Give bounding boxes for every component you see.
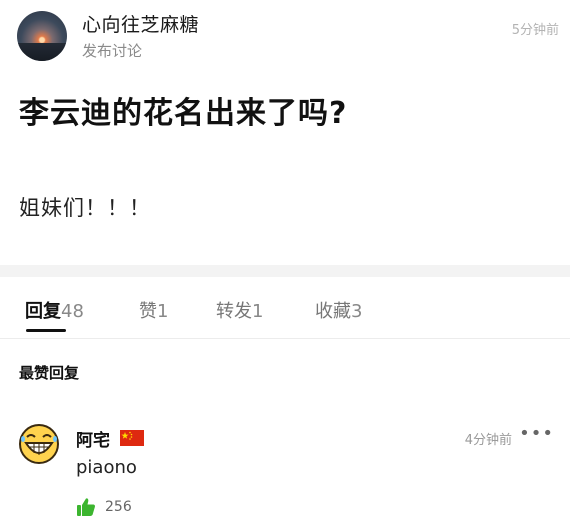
tab-favorites[interactable]: 收藏3 [315, 297, 362, 323]
comment-like-count: 256 [105, 499, 132, 515]
tab-replies[interactable]: 回复48 [25, 297, 84, 323]
comment-timestamp: 4分钟前 [464, 433, 512, 448]
post-title: 李云迪的花名出来了吗? [19, 96, 348, 131]
comment-item: 阿宅 4分钟前 ••• piaono 256 [0, 415, 570, 530]
section-divider [0, 265, 570, 277]
active-tab-indicator [26, 329, 66, 332]
tab-likes[interactable]: 赞1 [139, 297, 168, 323]
top-replies-heading: 最赞回复 [19, 364, 80, 382]
author-name[interactable]: 心向往芝麻糖 [82, 10, 199, 37]
post-timestamp: 5分钟前 [511, 23, 559, 38]
tab-bar: 回复48 赞1 转发1 收藏3 [0, 277, 570, 339]
china-flag-icon [120, 430, 144, 446]
more-options-icon[interactable]: ••• [519, 423, 554, 444]
tab-reposts[interactable]: 转发1 [216, 297, 263, 323]
comment-author-name[interactable]: 阿宅 [76, 426, 110, 451]
tab-replies-count: 48 [61, 301, 84, 322]
tab-likes-label: 赞 [139, 301, 157, 322]
post-body: 姐妹们！！！ [19, 196, 151, 220]
thumbs-up-icon[interactable] [76, 497, 96, 517]
tab-favorites-count: 3 [351, 301, 363, 322]
laughing-emoji-avatar[interactable] [18, 423, 60, 465]
tab-reposts-label: 转发 [216, 301, 252, 322]
author-avatar[interactable] [17, 11, 67, 61]
comment-text: piaono [76, 457, 137, 478]
tab-favorites-label: 收藏 [315, 301, 351, 322]
post-header: 心向往芝麻糖 发布讨论 5分钟前 [0, 0, 570, 72]
tab-likes-count: 1 [157, 301, 169, 322]
post-type-label: 发布讨论 [82, 42, 143, 60]
tab-reposts-count: 1 [252, 301, 264, 322]
tab-replies-label: 回复 [25, 301, 61, 322]
